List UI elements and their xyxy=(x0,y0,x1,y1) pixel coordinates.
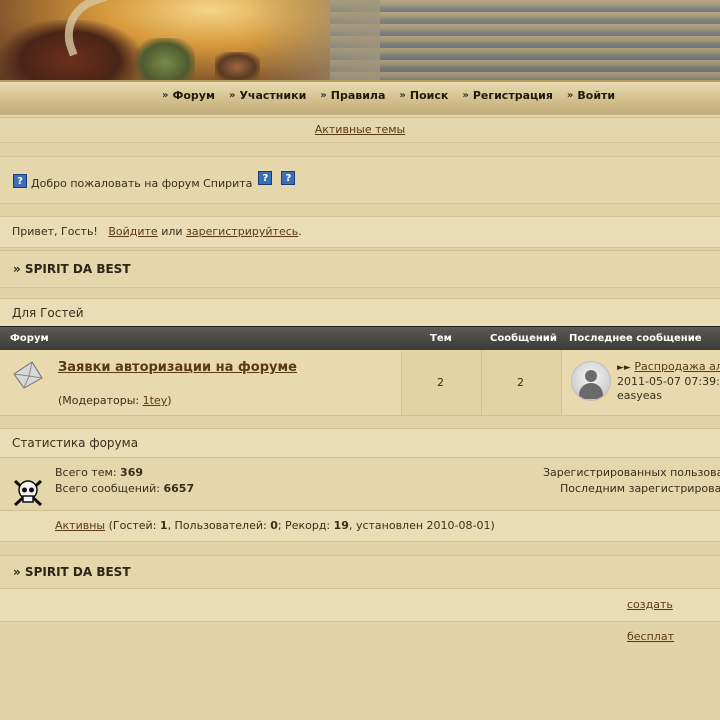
user-avatar-icon xyxy=(571,361,611,401)
banner-orc-figure xyxy=(135,38,195,80)
create-forum-link[interactable]: создать бесплат xyxy=(627,589,720,653)
active-topics-bar: Активные темы xyxy=(0,117,720,143)
nav-rules[interactable]: » Правила xyxy=(320,89,385,102)
post-count: 2 xyxy=(517,376,524,389)
double-chevron-icon: » xyxy=(228,90,236,101)
nav-label: Участники xyxy=(239,89,307,102)
forum-title-link[interactable]: Заявки авторизации на форуме xyxy=(58,360,297,375)
double-chevron-icon: » xyxy=(320,90,327,101)
forum-row: Заявки авторизации на форуме (Модераторы… xyxy=(0,350,720,416)
welcome-banner: ? Добро пожаловать на форум Спирита ? ? xyxy=(0,156,720,204)
stats-title-text: Статистика форума xyxy=(12,436,139,450)
question-icon: ? xyxy=(281,170,296,185)
greeting-dot: . xyxy=(298,225,302,238)
topic-count: 2 xyxy=(437,376,444,389)
mods-suffix: ) xyxy=(167,394,172,407)
online-text: , Пользователей: xyxy=(167,519,271,532)
total-topics-value: 369 xyxy=(120,466,144,479)
last-registered: Последним зарегистрирова xyxy=(560,482,720,495)
question-icon: ? xyxy=(13,173,27,188)
nav-label: Регистрация xyxy=(472,89,553,102)
last-post-author[interactable]: easyeas xyxy=(617,389,662,402)
header-topics: Тем xyxy=(430,333,452,344)
online-text: ; Рекорд: xyxy=(277,519,334,532)
online-text: (Гостей: xyxy=(105,519,160,532)
record-count: 19 xyxy=(333,519,349,532)
active-topics-link[interactable]: Активные темы xyxy=(315,123,406,136)
breadcrumb: » SPIRIT DA BEST xyxy=(0,250,720,288)
header-forum: Форум xyxy=(10,333,49,344)
header-banner xyxy=(0,0,720,80)
header-last-post: Последнее сообщение xyxy=(569,333,702,344)
nav-label: Поиск xyxy=(409,89,449,102)
double-chevron-icon: » xyxy=(399,90,406,101)
banner-sky-stripes xyxy=(330,0,720,80)
nav-label: Войти xyxy=(577,89,616,102)
last-post-link[interactable]: Распродажа ал xyxy=(634,360,720,373)
avatar-body xyxy=(579,383,603,399)
moderators: (Модераторы: 1tey) xyxy=(58,394,172,407)
last-post-info: ►► Распродажа ал 2011-05-07 07:39: easye… xyxy=(617,360,720,403)
moderator-link[interactable]: 1tey xyxy=(143,394,168,407)
online-link[interactable]: Активны xyxy=(55,519,105,532)
avatar-head xyxy=(585,370,597,382)
total-topics-label: Всего тем: xyxy=(55,466,121,479)
nav-register[interactable]: » Регистрация xyxy=(462,89,553,102)
mods-prefix: (Модераторы: xyxy=(58,394,143,407)
question-icon: ? xyxy=(258,170,273,185)
registered-users: Зарегистрированных пользова xyxy=(543,466,720,479)
footer-bar: создать бесплат xyxy=(0,588,720,643)
login-link[interactable]: Войдите xyxy=(108,225,157,238)
guest-count: 1 xyxy=(159,519,168,532)
forum-envelope-icon xyxy=(13,361,43,389)
nav-forum[interactable]: » Форум xyxy=(162,89,215,102)
double-chevron-icon: » xyxy=(162,90,169,101)
go-last-post-icon[interactable]: ►► xyxy=(617,363,631,373)
skull-icon xyxy=(13,479,43,507)
welcome-text: Добро пожаловать на форум Спирита xyxy=(31,177,253,190)
banner-fade xyxy=(250,0,380,80)
breadcrumb-link[interactable]: » SPIRIT DA BEST xyxy=(13,262,131,276)
main-nav: » Форум » Участники » Правила » Поиск » Регис… xyxy=(0,80,720,115)
forum-table-header: Форум Тем Сообщений Последнее сообщение xyxy=(0,326,720,351)
nav-label: Правила xyxy=(330,89,386,102)
total-topics: Всего тем: 369 xyxy=(55,466,143,479)
nav-members[interactable]: » Участники xyxy=(229,89,306,102)
double-chevron-icon: » xyxy=(462,90,469,101)
double-chevron-icon: » xyxy=(566,90,574,101)
header-posts: Сообщений xyxy=(490,333,557,344)
guest-greeting: Привет, Гость! Войдите или зарегистрируй… xyxy=(0,216,720,248)
nav-label: Форум xyxy=(172,89,215,102)
online-stats: Активны (Гостей: 1, Пользователей: 0; Ре… xyxy=(0,510,720,542)
register-link[interactable]: зарегистрируйтесь xyxy=(186,225,298,238)
stats-title: Статистика форума xyxy=(0,428,720,458)
nav-login[interactable]: » Войти xyxy=(567,89,615,102)
online-text: , установлен 2010-08-01) xyxy=(348,519,495,532)
nav-search[interactable]: » Поиск xyxy=(399,89,448,102)
category-title: Для Гостей xyxy=(0,298,720,328)
user-count: 0 xyxy=(270,519,278,532)
last-post-date: 2011-05-07 07:39: xyxy=(617,375,720,388)
total-posts-value: 6657 xyxy=(163,482,195,495)
greeting-or: или xyxy=(161,225,183,238)
total-posts: Всего сообщений: 6657 xyxy=(55,482,194,495)
category-label[interactable]: Для Гостей xyxy=(12,306,84,320)
total-posts-label: Всего сообщений: xyxy=(55,482,164,495)
banner-human-figure xyxy=(215,52,260,80)
footer-breadcrumb: » SPIRIT DA BEST xyxy=(0,555,720,589)
footer-breadcrumb-link[interactable]: » SPIRIT DA BEST xyxy=(13,565,131,579)
greeting-text: Привет, Гость! xyxy=(12,225,98,238)
